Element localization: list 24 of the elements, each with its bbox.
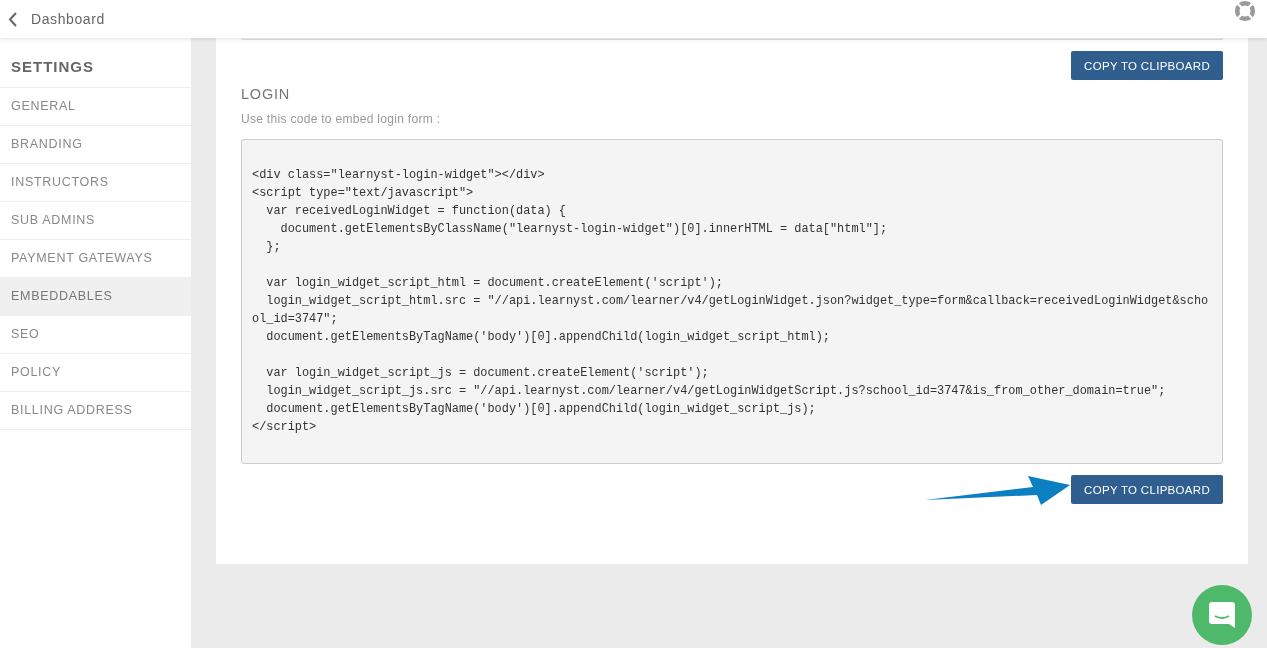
code-line: var receivedLoginWidget = function(data) { [265,203,567,220]
copy-to-clipboard-button[interactable]: COPY TO CLIPBOARD [1071,51,1223,80]
chat-button[interactable] [1192,585,1252,645]
code-line: <script type="text/javascript"> [252,185,475,202]
code-line: <div class="learnyst-login-widget"></div> [252,167,546,184]
help-icon[interactable] [1233,0,1257,22]
code-line: document.getElementsByTagName('body')[0].appendChild(login_widget_script_html); [265,329,831,346]
section-description: Use this code to embed login form : [241,112,442,126]
chevron-left-icon [8,11,17,27]
code-line: var login_widget_script_html = document.createElement('script'); [265,275,724,292]
code-line: login_widget_script_html.src = "//api.learnyst.com/learner/v4/getLoginWidget.json?widget_type=form&callback=receivedLoginWidget&scho [265,293,1210,310]
code-line: </script> [252,419,318,436]
code-line: var login_widget_script_js = document.createElement('script'); [265,365,710,382]
back-link[interactable]: Dashboard [8,11,105,27]
section-title: LOGIN [241,86,292,102]
code-line: login_widget_script_js.src = "//api.learnyst.com/learner/v4/getLoginWidgetScript.js?school_id=3747&is_from_other_domain=true"; [265,383,1167,400]
code-line: document.getElementsByClassName("learnyst-login-widget")[0].innerHTML = data["html"]; [279,221,889,238]
code-line: ol_id=3747"; [252,311,339,328]
chat-icon [1207,600,1237,630]
sidebar-item[interactable]: EMBEDDABLES [0,278,191,316]
copy-to-clipboard-button[interactable]: COPY TO CLIPBOARD [1071,475,1223,504]
code-line: document.getElementsByTagName('body')[0].appendChild(login_widget_script_js); [265,401,817,418]
back-label: Dashboard [31,11,105,27]
code-line: }; [265,239,282,256]
